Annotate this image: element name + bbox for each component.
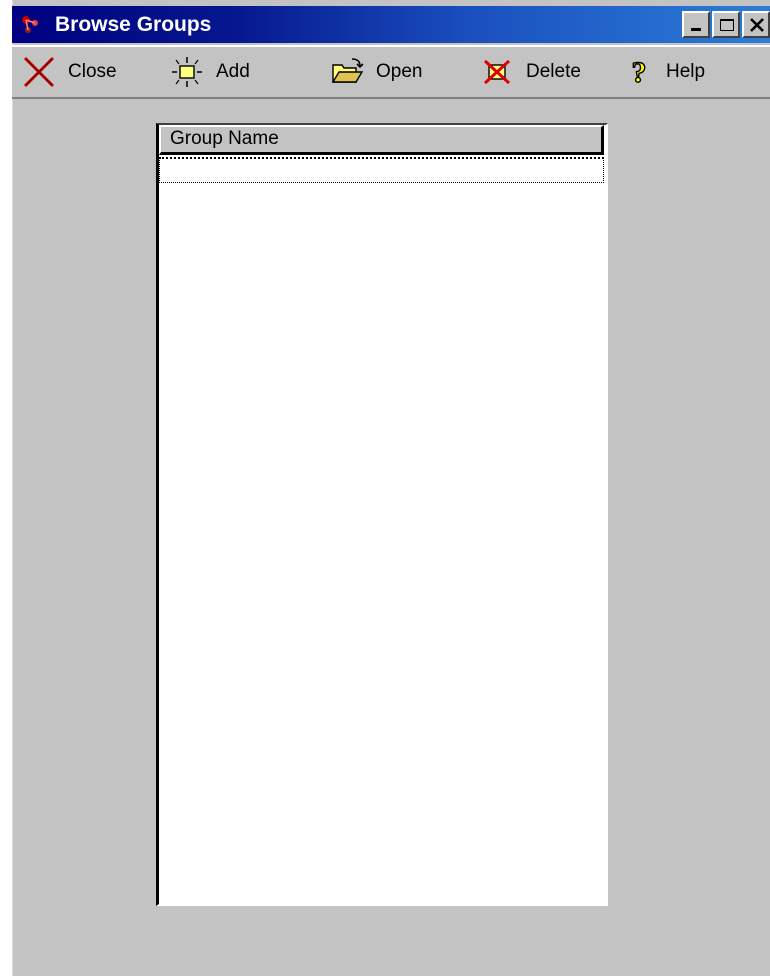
minimize-button[interactable]: [682, 11, 710, 38]
window-title: Browse Groups: [55, 13, 212, 36]
groups-list[interactable]: Group Name: [156, 123, 608, 906]
delete-button[interactable]: Delete: [480, 47, 581, 97]
app-icon: [22, 16, 38, 33]
toolbar: Close Add Open Delete ? Help: [12, 45, 770, 99]
maximize-icon: [720, 19, 734, 31]
add-button[interactable]: Add: [170, 47, 250, 97]
left-edge: [0, 0, 13, 976]
delete-x-icon: [483, 59, 511, 85]
help-button-label: Help: [666, 61, 706, 82]
red-x-icon: [23, 56, 55, 88]
title-bar[interactable]: Browse Groups: [12, 6, 770, 43]
add-button-label: Add: [216, 61, 250, 82]
column-header-group-name[interactable]: Group Name: [159, 125, 604, 155]
help-button[interactable]: ? Help: [624, 47, 705, 97]
close-button-label: Close: [68, 61, 117, 82]
maximize-button[interactable]: [712, 11, 740, 38]
new-item-sparkle-icon: [172, 57, 202, 87]
browse-groups-window: Browse Groups Close Add Open Delete ? He…: [0, 0, 770, 976]
open-folder-icon: [331, 58, 364, 83]
open-button[interactable]: Open: [330, 47, 422, 97]
close-button[interactable]: Close: [22, 47, 117, 97]
close-window-button[interactable]: [742, 11, 770, 38]
minimize-icon: [691, 28, 701, 31]
window-controls: [682, 11, 770, 38]
close-icon: [750, 18, 764, 32]
delete-button-label: Delete: [526, 61, 581, 82]
list-body[interactable]: [159, 183, 606, 903]
svg-text:?: ?: [632, 56, 647, 89]
question-mark-icon: ?: [631, 55, 647, 89]
focused-empty-row[interactable]: [159, 157, 604, 183]
open-button-label: Open: [376, 61, 423, 82]
